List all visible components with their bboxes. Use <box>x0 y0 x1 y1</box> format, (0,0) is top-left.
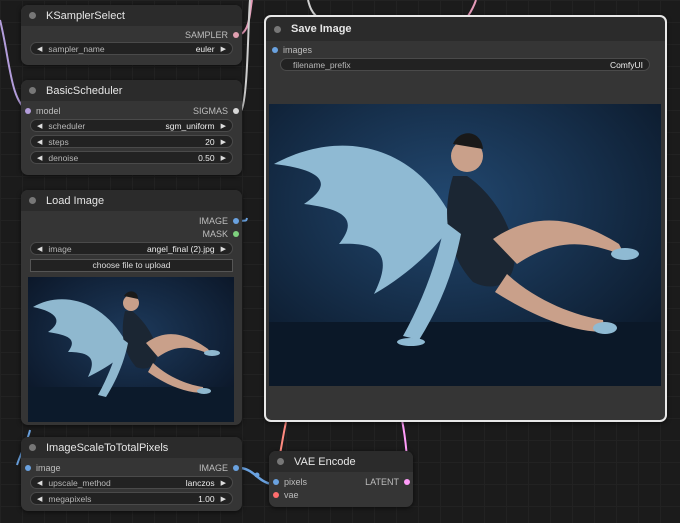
image-preview <box>28 277 234 422</box>
input-label-vae: vae <box>284 490 299 500</box>
angel-image-output <box>269 104 661 386</box>
node-header[interactable]: BasicScheduler <box>21 80 242 101</box>
node-title: ImageScaleToTotalPixels <box>46 441 169 454</box>
collapse-dot-icon[interactable] <box>274 25 281 33</box>
output-slot-image[interactable] <box>233 465 239 471</box>
image-combo[interactable]: ◀ image angel_final (2).jpg ▶ <box>30 242 233 255</box>
filename-prefix-field[interactable]: filename_prefix ComfyUI <box>280 58 650 71</box>
image-scale-node[interactable]: ImageScaleToTotalPixels image IMAGE ◀ up… <box>21 437 242 511</box>
output-label: IMAGE <box>198 463 228 473</box>
input-label: image <box>36 463 61 473</box>
input-slot-image[interactable] <box>25 465 31 471</box>
input-label: model <box>36 106 61 116</box>
steps-number[interactable]: ◀ steps 20 ▶ <box>30 135 233 148</box>
arrow-left-icon[interactable]: ◀ <box>37 479 42 487</box>
node-title: Load Image <box>46 194 105 207</box>
collapse-dot-icon[interactable] <box>277 458 284 465</box>
node-header[interactable]: Save Image <box>266 17 665 41</box>
output-label: LATENT <box>365 477 399 487</box>
arrow-left-icon[interactable]: ◀ <box>37 138 42 146</box>
node-header[interactable]: KSamplerSelect <box>21 5 242 26</box>
input-slot-images[interactable] <box>272 47 278 53</box>
input-slot-vae[interactable] <box>273 492 279 498</box>
load-image-node[interactable]: Load Image IMAGE MASK ◀ image angel_fina… <box>21 190 242 425</box>
input-label: images <box>283 45 313 55</box>
output-label-image: IMAGE <box>198 216 228 226</box>
collapse-dot-icon[interactable] <box>29 197 36 204</box>
collapse-dot-icon[interactable] <box>29 12 36 19</box>
input-slot-pixels[interactable] <box>273 479 279 485</box>
arrow-left-icon[interactable]: ◀ <box>37 122 42 130</box>
output-slot-sigmas[interactable] <box>233 108 239 114</box>
node-header[interactable]: ImageScaleToTotalPixels <box>21 437 242 458</box>
output-slot-sampler[interactable] <box>233 32 239 38</box>
output-label-mask: MASK <box>202 229 228 239</box>
sampler-name-combo[interactable]: ◀ sampler_name euler ▶ <box>30 42 233 55</box>
arrow-left-icon[interactable]: ◀ <box>37 45 42 53</box>
save-image-node[interactable]: Save Image images filename_prefix ComfyU… <box>264 15 667 422</box>
arrow-right-icon[interactable]: ▶ <box>221 479 226 487</box>
node-title: KSamplerSelect <box>46 9 125 22</box>
node-header[interactable]: VAE Encode <box>269 451 413 472</box>
output-image-preview <box>269 104 661 386</box>
vae-encode-node[interactable]: VAE Encode pixels vae LATENT <box>269 451 413 507</box>
output-label: SAMPLER <box>184 30 228 40</box>
output-slot-mask[interactable] <box>233 231 239 237</box>
arrow-left-icon[interactable]: ◀ <box>37 245 42 253</box>
arrow-right-icon[interactable]: ▶ <box>221 45 226 53</box>
arrow-left-icon[interactable]: ◀ <box>37 154 42 162</box>
arrow-right-icon[interactable]: ▶ <box>221 122 226 130</box>
arrow-right-icon[interactable]: ▶ <box>221 138 226 146</box>
upload-button[interactable]: choose file to upload <box>30 259 233 272</box>
angel-image-thumbnail <box>28 277 234 422</box>
output-label: SIGMAS <box>192 106 228 116</box>
arrow-left-icon[interactable]: ◀ <box>37 495 42 503</box>
arrow-right-icon[interactable]: ▶ <box>221 245 226 253</box>
arrow-right-icon[interactable]: ▶ <box>221 154 226 162</box>
input-label-pixels: pixels <box>284 477 308 487</box>
collapse-dot-icon[interactable] <box>29 444 36 451</box>
arrow-right-icon[interactable]: ▶ <box>221 495 226 503</box>
node-title: BasicScheduler <box>46 84 123 97</box>
output-slot-image[interactable] <box>233 218 239 224</box>
upscale-method-combo[interactable]: ◀ upscale_method lanczos ▶ <box>30 476 233 489</box>
ksampler-select-node[interactable]: KSamplerSelect SAMPLER ◀ sampler_name eu… <box>21 5 242 65</box>
collapse-dot-icon[interactable] <box>29 87 36 94</box>
basic-scheduler-node[interactable]: BasicScheduler model SIGMAS ◀ scheduler … <box>21 80 242 175</box>
scheduler-combo[interactable]: ◀ scheduler sgm_uniform ▶ <box>30 119 233 132</box>
node-title: Save Image <box>291 23 352 35</box>
denoise-number[interactable]: ◀ denoise 0.50 ▶ <box>30 151 233 164</box>
output-slot-latent[interactable] <box>404 479 410 485</box>
megapixels-number[interactable]: ◀ megapixels 1.00 ▶ <box>30 492 233 505</box>
node-title: VAE Encode <box>294 455 356 468</box>
input-slot-model[interactable] <box>25 108 31 114</box>
node-header[interactable]: Load Image <box>21 190 242 211</box>
